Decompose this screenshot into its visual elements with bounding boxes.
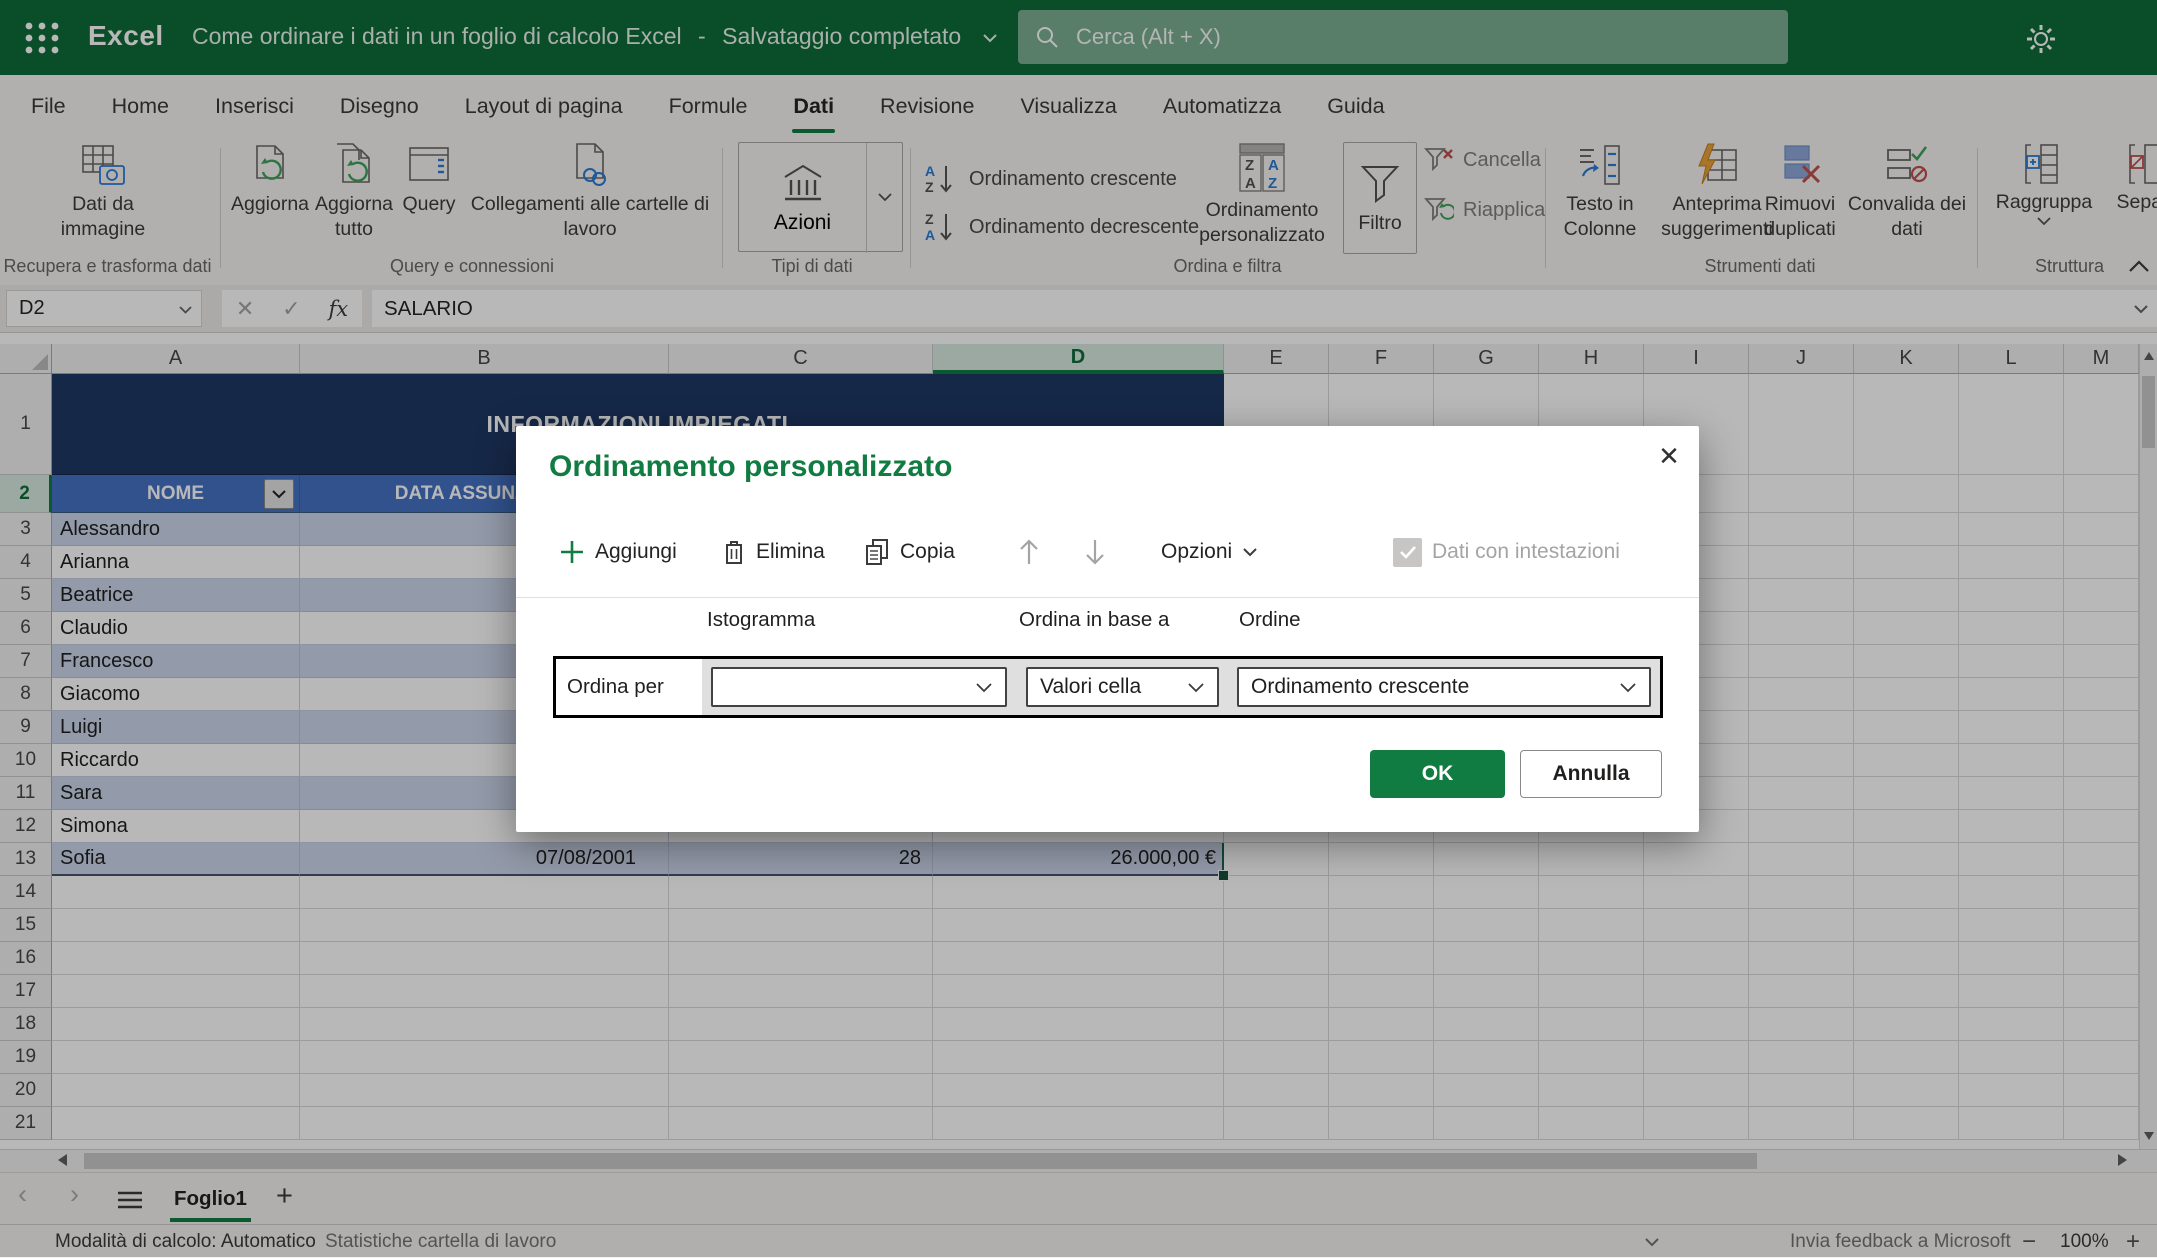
sort-row-label: Ordina per [556,659,702,715]
copy-icon [864,538,890,566]
aggiungi-button[interactable]: Aggiungi [559,534,677,570]
opzioni-button[interactable]: Opzioni [1161,534,1258,570]
checkbox-checked-icon [1393,538,1422,567]
chevron-down-icon [1619,682,1637,693]
checkbox-label: Dati con intestazioni [1432,540,1620,564]
column-label-istogramma: Istogramma [707,608,815,632]
button-label: Elimina [756,540,825,564]
ordine-dropdown[interactable]: Ordinamento crescente [1237,667,1651,707]
dropdown-value: Ordinamento crescente [1251,675,1469,699]
dati-con-intestazioni-checkbox: Dati con intestazioni [1393,534,1620,570]
sort-criteria-row: Ordina per Valori cella Ordinamento cres… [553,656,1663,718]
ok-button[interactable]: OK [1370,750,1505,798]
divider [516,597,1699,598]
trash-icon [722,538,746,566]
custom-sort-dialog: Ordinamento personalizzato ✕ Aggiungi El… [516,426,1699,832]
chevron-down-icon [1187,682,1205,693]
chevron-down-icon [975,682,993,693]
elimina-button[interactable]: Elimina [722,534,825,570]
dialog-title: Ordinamento personalizzato [549,450,952,484]
column-label-ordina-in-base-a: Ordina in base a [1019,608,1169,632]
istogramma-dropdown[interactable] [711,667,1007,707]
plus-icon [559,539,585,565]
button-label: Opzioni [1161,540,1232,564]
dropdown-value: Valori cella [1040,675,1141,699]
cancel-button[interactable]: Annulla [1520,750,1662,798]
button-label: Aggiungi [595,540,677,564]
chevron-down-icon [1242,547,1258,557]
move-up-icon [1016,537,1042,567]
ordina-in-base-a-dropdown[interactable]: Valori cella [1026,667,1219,707]
button-label: Copia [900,540,955,564]
copia-button[interactable]: Copia [864,534,955,570]
column-label-ordine: Ordine [1239,608,1301,632]
close-icon[interactable]: ✕ [1649,436,1689,476]
move-down-icon [1082,537,1108,567]
